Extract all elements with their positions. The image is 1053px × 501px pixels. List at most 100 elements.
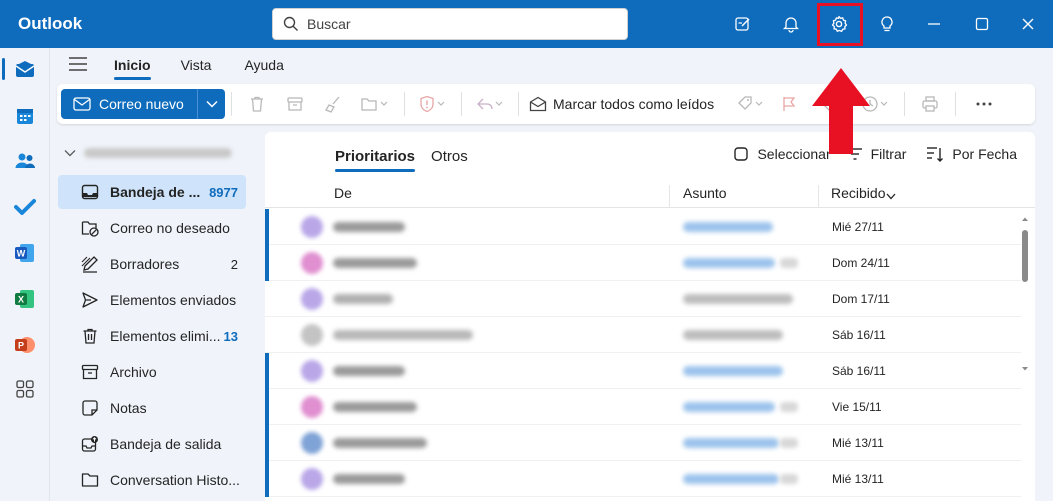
message-date: Sáb 16/11 [832,364,886,378]
trash-icon [251,96,263,112]
avatar [301,396,323,418]
folder-count: 8977 [209,184,238,200]
print-button[interactable] [911,89,949,119]
search-box[interactable]: Buscar [272,8,628,40]
sender-blurred [333,330,473,340]
message-date: Dom 24/11 [832,256,890,270]
folder-inbox[interactable]: Bandeja de ... 8977 [58,175,246,209]
folder-outbox[interactable]: Bandeja de salida [58,427,246,461]
rail-excel[interactable]: X [9,283,41,315]
rail-mail[interactable] [9,54,41,86]
archive-icon [287,97,303,111]
message-row[interactable]: Mié 13/11 [265,461,1021,497]
mail-icon [15,61,35,77]
rail-apps[interactable] [9,373,41,405]
new-mail-button[interactable]: Correo nuevo [61,89,197,119]
reply-button[interactable] [468,89,512,119]
svg-text:P: P [18,341,24,351]
new-mail-dropdown[interactable] [197,89,225,119]
move-to-button[interactable] [352,89,398,119]
mark-all-read-button[interactable]: Marcar todos como leídos [529,96,714,112]
toolbar-separator [518,92,519,116]
snippet-blurred [780,258,798,268]
list-scrollbar[interactable] [1021,216,1029,496]
tips-button[interactable] [871,8,903,40]
sort-label: Por Fecha [952,146,1017,162]
close-button[interactable] [1012,8,1044,40]
tab-prioritarios[interactable]: Prioritarios [335,148,416,172]
rail-powerpoint[interactable]: P [9,329,41,361]
column-subject[interactable]: Asunto [683,185,727,201]
rail-todo[interactable] [9,191,41,223]
message-row[interactable]: Dom 17/11 [265,281,1021,317]
rail-active-indicator [2,58,5,80]
subject-blurred [683,366,783,376]
sort-button[interactable]: Por Fecha [926,146,1017,162]
chevron-down-icon [886,193,896,200]
subject-blurred [683,294,793,304]
account-header[interactable] [64,148,232,158]
toolbar-separator [231,92,232,116]
compose-note-button[interactable] [727,8,759,40]
column-divider[interactable] [669,185,670,207]
avatar [301,360,323,382]
tab-otros[interactable]: Otros [431,148,468,165]
column-divider[interactable] [818,185,819,207]
delete-button[interactable] [238,89,276,119]
more-options-button[interactable] [962,89,1006,119]
tab-inicio[interactable]: Inicio [114,57,151,80]
folder-name: Bandeja de ... [110,184,201,200]
folder-sent[interactable]: Elementos enviados [58,283,246,317]
report-button[interactable] [411,89,455,119]
sender-blurred [333,294,393,304]
folder-name: Elementos enviados [110,292,237,308]
message-row[interactable]: Sáb 16/11 [265,317,1021,353]
hamburger-button[interactable] [68,56,90,75]
message-row[interactable]: Dom 24/11 [265,245,1021,281]
notifications-button[interactable] [775,8,807,40]
message-row[interactable]: Mié 27/11 [265,209,1021,245]
column-headers: De Asunto Recibido [265,178,1035,208]
message-row[interactable]: Vie 15/11 [265,389,1021,425]
red-arrow-annotation [812,68,870,154]
app-title: Outlook [18,14,83,33]
archive-button[interactable] [276,89,314,119]
message-row[interactable]: Sáb 16/11 [265,353,1021,389]
excel-icon: X [15,290,34,308]
rail-calendar[interactable] [9,100,41,132]
app-rail: W X P [0,48,50,501]
column-from[interactable]: De [334,185,352,201]
folder-name: Correo no deseado [110,220,230,236]
scrollbar-thumb[interactable] [1022,230,1028,282]
tab-ayuda[interactable]: Ayuda [244,57,283,73]
rail-people[interactable] [9,145,41,177]
sweep-button[interactable] [314,89,352,119]
broom-icon [325,96,340,113]
folder-deleted[interactable]: Elementos elimi... 13 [58,319,246,353]
message-row[interactable]: Mié 13/11 [265,425,1021,461]
rail-word[interactable]: W [9,237,41,269]
tab-vista[interactable]: Vista [181,57,212,73]
folder-conversation-history[interactable]: Conversation Histo... [58,463,246,497]
folder-junk[interactable]: Correo no deseado [58,211,246,245]
message-date: Mié 27/11 [832,220,884,234]
snippet-blurred [780,402,798,412]
sort-chevron[interactable] [886,187,896,203]
maximize-button[interactable] [966,8,998,40]
folder-drafts[interactable]: Borradores 2 [58,247,246,281]
folder-count: 13 [223,328,238,344]
minimize-button[interactable] [918,8,950,40]
tag-button[interactable] [728,89,774,119]
more-horizontal-icon [976,102,992,106]
folder-notes[interactable]: Notas [58,391,246,425]
archive-icon [81,364,99,380]
outbox-icon [81,436,98,452]
hamburger-icon [69,56,87,71]
avatar [301,324,323,346]
folder-archive[interactable]: Archivo [58,355,246,389]
minimize-icon [928,23,940,25]
folder-count: 2 [230,256,238,272]
column-received[interactable]: Recibido [831,185,885,201]
maximize-icon [975,17,989,31]
flag-button[interactable] [774,89,804,119]
